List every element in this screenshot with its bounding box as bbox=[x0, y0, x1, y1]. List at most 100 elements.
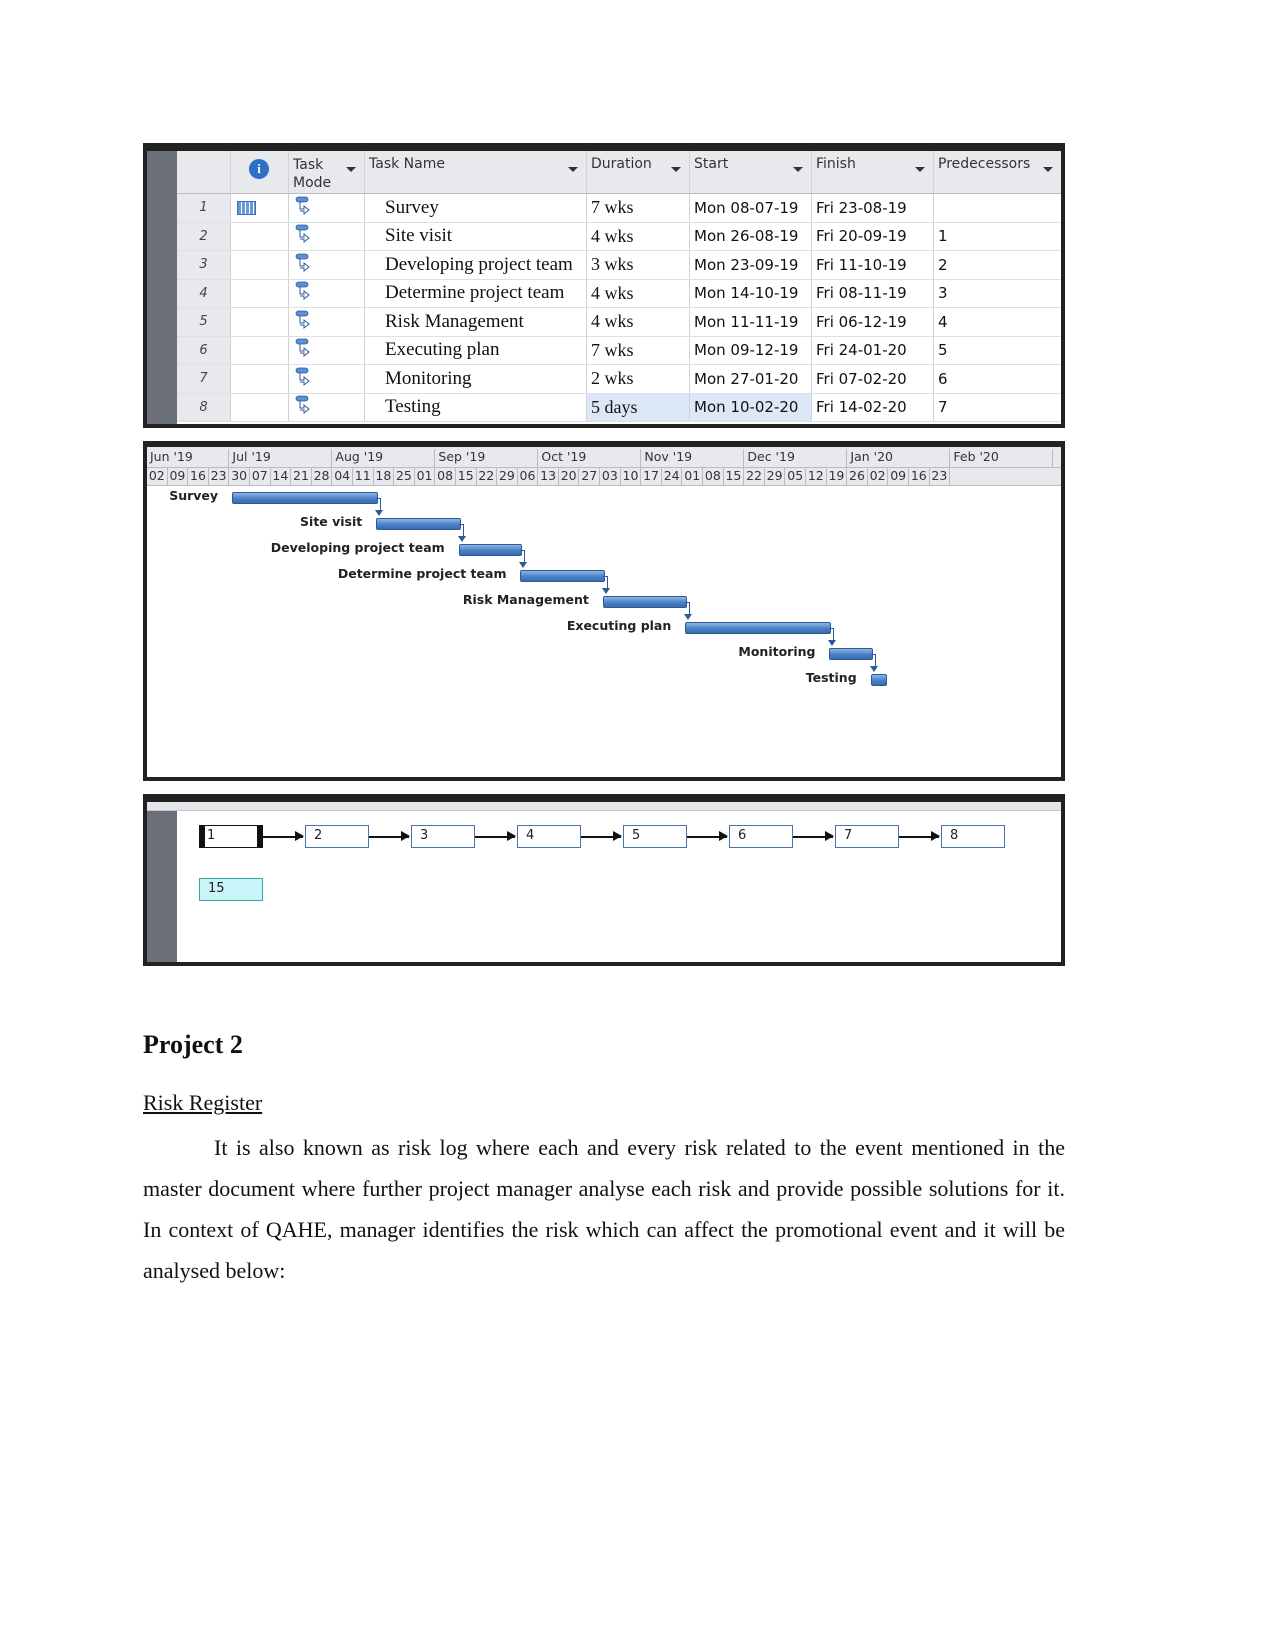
row-task-mode[interactable] bbox=[289, 194, 365, 222]
header-task-mode-label: Task Mode bbox=[293, 157, 332, 191]
row-duration[interactable]: 4 wks bbox=[587, 308, 690, 336]
header-task-mode[interactable]: Task Mode bbox=[289, 151, 365, 193]
chevron-down-icon[interactable] bbox=[915, 167, 925, 172]
row-predecessors[interactable]: 5 bbox=[934, 337, 1061, 365]
row-task-mode[interactable] bbox=[289, 393, 365, 421]
row-id[interactable]: 6 bbox=[177, 336, 231, 364]
row-id[interactable]: 8 bbox=[177, 393, 231, 421]
chevron-down-icon[interactable] bbox=[346, 167, 356, 172]
gantt-bar[interactable] bbox=[870, 674, 888, 686]
row-finish[interactable]: Fri 11-10-19 bbox=[812, 251, 934, 279]
network-node[interactable]: 7 bbox=[835, 825, 899, 848]
table-row[interactable]: 6 Executing plan 7 wks Mon 09-12-19 Fri 24-0… bbox=[177, 336, 1061, 365]
row-start[interactable]: Mon 08-07-19 bbox=[690, 194, 812, 222]
row-task-mode[interactable] bbox=[289, 222, 365, 250]
timescale-month: Feb '20 bbox=[950, 449, 1054, 467]
table-row[interactable]: 5 Risk Management 4 wks Mon 11-11-19 Fri 06-… bbox=[177, 308, 1061, 337]
timescale-week: 17 bbox=[641, 468, 662, 486]
row-predecessors[interactable]: 2 bbox=[934, 251, 1061, 279]
row-id[interactable]: 4 bbox=[177, 279, 231, 307]
gantt-bar[interactable] bbox=[458, 544, 523, 556]
row-task-mode[interactable] bbox=[289, 251, 365, 279]
row-indicator bbox=[231, 279, 289, 307]
network-node[interactable]: 5 bbox=[623, 825, 687, 848]
network-legend-node[interactable]: 15 bbox=[199, 878, 263, 901]
chevron-down-icon[interactable] bbox=[1043, 167, 1053, 172]
row-finish[interactable]: Fri 20-09-19 bbox=[812, 222, 934, 250]
row-duration[interactable]: 3 wks bbox=[587, 251, 690, 279]
network-node[interactable]: 6 bbox=[729, 825, 793, 848]
row-task-mode[interactable] bbox=[289, 365, 365, 393]
row-duration[interactable]: 4 wks bbox=[587, 279, 690, 307]
header-predecessors[interactable]: Predecessors bbox=[934, 151, 1061, 193]
row-task-name[interactable]: Survey bbox=[365, 194, 587, 222]
table-row[interactable]: 3 Developing project team 3 wks Mon 23-09-1… bbox=[177, 251, 1061, 280]
gantt-bar[interactable] bbox=[685, 622, 832, 634]
row-predecessors[interactable]: 4 bbox=[934, 308, 1061, 336]
gantt-bar[interactable] bbox=[376, 518, 461, 530]
row-start[interactable]: Mon 23-09-19 bbox=[690, 251, 812, 279]
row-task-name[interactable]: Site visit bbox=[365, 222, 587, 250]
row-predecessors[interactable]: 3 bbox=[934, 280, 1061, 308]
gantt-bar[interactable] bbox=[602, 596, 688, 608]
row-task-name[interactable]: Developing project team bbox=[365, 251, 587, 279]
row-task-name[interactable]: Executing plan bbox=[365, 336, 587, 364]
row-start[interactable]: Mon 26-08-19 bbox=[690, 222, 812, 250]
timescale-week: 21 bbox=[291, 468, 312, 486]
header-id[interactable] bbox=[177, 151, 231, 193]
row-duration[interactable]: 4 wks bbox=[587, 222, 690, 250]
row-id[interactable]: 1 bbox=[177, 194, 231, 222]
network-node[interactable]: 2 bbox=[305, 825, 369, 848]
gantt-bar[interactable] bbox=[520, 570, 605, 582]
row-start[interactable]: Mon 09-12-19 bbox=[690, 336, 812, 364]
row-duration[interactable]: 2 wks bbox=[587, 365, 690, 393]
network-node[interactable]: 1 bbox=[199, 825, 263, 848]
header-info[interactable]: i bbox=[231, 151, 289, 193]
header-task-name[interactable]: Task Name bbox=[365, 151, 587, 193]
row-start[interactable]: Mon 14-10-19 bbox=[690, 279, 812, 307]
network-node[interactable]: 3 bbox=[411, 825, 475, 848]
row-start[interactable]: Mon 11-11-19 bbox=[690, 308, 812, 336]
gantt-bar[interactable] bbox=[829, 648, 873, 660]
row-task-mode[interactable] bbox=[289, 308, 365, 336]
table-row[interactable]: 4 Determine project team 4 wks Mon 14-10-19… bbox=[177, 279, 1061, 308]
row-finish[interactable]: Fri 24-01-20 bbox=[812, 336, 934, 364]
row-predecessors[interactable] bbox=[934, 194, 1061, 222]
row-finish[interactable]: Fri 06-12-19 bbox=[812, 308, 934, 336]
row-duration[interactable]: 7 wks bbox=[587, 194, 690, 222]
chevron-down-icon[interactable] bbox=[793, 167, 803, 172]
row-task-mode[interactable] bbox=[289, 279, 365, 307]
row-task-name[interactable]: Testing bbox=[365, 393, 587, 421]
row-task-mode[interactable] bbox=[289, 336, 365, 364]
header-duration[interactable]: Duration bbox=[587, 151, 690, 193]
row-duration[interactable]: 7 wks bbox=[587, 336, 690, 364]
row-finish[interactable]: Fri 14-02-20 bbox=[812, 393, 934, 421]
row-id[interactable]: 7 bbox=[177, 365, 231, 393]
table-row[interactable]: 2 Site visit 4 wks Mon 26-08-19 Fri 20-09-19… bbox=[177, 222, 1061, 251]
row-predecessors[interactable]: 6 bbox=[934, 365, 1061, 393]
table-row[interactable]: 8 Testing 5 days Mon 10-02-20 Fri 14-02-20 7 bbox=[177, 393, 1061, 422]
row-id[interactable]: 3 bbox=[177, 251, 231, 279]
network-node[interactable]: 8 bbox=[941, 825, 1005, 848]
chevron-down-icon[interactable] bbox=[671, 167, 681, 172]
network-node[interactable]: 4 bbox=[517, 825, 581, 848]
row-task-name[interactable]: Determine project team bbox=[365, 279, 587, 307]
row-duration[interactable]: 5 days bbox=[587, 393, 690, 421]
row-finish[interactable]: Fri 07-02-20 bbox=[812, 365, 934, 393]
table-row[interactable]: 1 Survey 7 wks Mon 08-07-19 Fri 23-08-19 bbox=[177, 194, 1061, 223]
row-id[interactable]: 2 bbox=[177, 222, 231, 250]
row-predecessors[interactable]: 1 bbox=[934, 223, 1061, 251]
row-task-name[interactable]: Risk Management bbox=[365, 308, 587, 336]
header-start[interactable]: Start bbox=[690, 151, 812, 193]
row-id[interactable]: 5 bbox=[177, 308, 231, 336]
row-predecessors[interactable]: 7 bbox=[934, 394, 1061, 422]
chevron-down-icon[interactable] bbox=[568, 167, 578, 172]
gantt-bar[interactable] bbox=[232, 492, 379, 504]
row-finish[interactable]: Fri 23-08-19 bbox=[812, 194, 934, 222]
row-start[interactable]: Mon 27-01-20 bbox=[690, 365, 812, 393]
row-finish[interactable]: Fri 08-11-19 bbox=[812, 279, 934, 307]
row-start[interactable]: Mon 10-02-20 bbox=[690, 393, 812, 421]
header-finish[interactable]: Finish bbox=[812, 151, 934, 193]
table-row[interactable]: 7 Monitoring 2 wks Mon 27-01-20 Fri 07-02-20… bbox=[177, 365, 1061, 394]
row-task-name[interactable]: Monitoring bbox=[365, 365, 587, 393]
